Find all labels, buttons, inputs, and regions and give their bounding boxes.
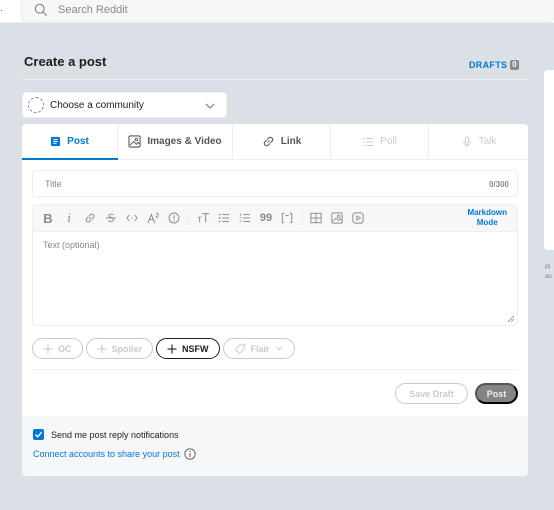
tab-talk-label: Talk bbox=[478, 136, 497, 147]
tab-images-video[interactable]: Images & Video bbox=[118, 124, 233, 159]
drafts-button[interactable]: DRAFTS 0 bbox=[469, 60, 520, 70]
choose-community-dropdown[interactable]: Choose a community bbox=[22, 92, 227, 118]
poll-icon bbox=[363, 137, 374, 146]
sidebar-text-line1: Pl bbox=[545, 265, 551, 271]
chevron-down-icon bbox=[205, 103, 215, 109]
image-icon[interactable] bbox=[330, 211, 344, 225]
video-icon[interactable] bbox=[351, 211, 365, 225]
save-draft-button[interactable]: Save Draft bbox=[395, 383, 468, 404]
search-icon bbox=[34, 3, 48, 17]
sidebar-text-line2: an bbox=[545, 274, 552, 280]
notifications-option[interactable]: Send me post reply notifications bbox=[33, 429, 179, 440]
community-label: Choose a community bbox=[50, 99, 144, 111]
create-post-card: Post Images & Video Link Poll Talk Title… bbox=[22, 124, 528, 416]
tab-poll: Poll bbox=[331, 124, 429, 159]
tab-poll-label: Poll bbox=[380, 136, 397, 147]
post-button[interactable]: Post bbox=[475, 383, 518, 404]
resize-handle-icon[interactable] bbox=[507, 315, 515, 323]
bold-icon[interactable]: B bbox=[41, 211, 55, 226]
header-divider bbox=[22, 79, 528, 80]
post-tags-row: OC Spoiler NSFW Flair bbox=[32, 338, 295, 359]
heading-icon[interactable] bbox=[196, 211, 210, 225]
post-icon bbox=[51, 136, 61, 147]
image-icon bbox=[128, 135, 141, 148]
search-bar[interactable] bbox=[21, 0, 554, 22]
toolbar-divider bbox=[301, 211, 302, 225]
superscript-icon[interactable] bbox=[146, 211, 160, 225]
search-input[interactable] bbox=[56, 3, 356, 17]
sidebar-card bbox=[544, 70, 554, 250]
link-icon bbox=[263, 136, 273, 147]
spoiler-tag-button[interactable]: Spoiler bbox=[85, 338, 154, 359]
tab-images-video-label: Images & Video bbox=[147, 136, 222, 147]
toolbar-divider bbox=[188, 211, 189, 225]
nsfw-tag-label: NSFW bbox=[182, 343, 209, 354]
microphone-icon bbox=[462, 135, 471, 147]
tab-link-label: Link bbox=[280, 136, 302, 147]
actions-divider bbox=[32, 369, 518, 370]
edge-glyph: · bbox=[0, 5, 4, 16]
plus-icon bbox=[97, 344, 106, 353]
tab-post[interactable]: Post bbox=[22, 124, 118, 160]
markdown-mode-label-line1: Markdown bbox=[467, 208, 507, 217]
flair-dropdown[interactable]: Flair bbox=[222, 338, 295, 359]
oc-tag-label: OC bbox=[58, 343, 72, 354]
sidebar-text: Pl an bbox=[545, 264, 552, 282]
drafts-label: DRAFTS bbox=[469, 60, 508, 70]
tab-talk: Talk bbox=[429, 124, 528, 159]
spoiler-icon[interactable] bbox=[167, 211, 181, 225]
page-title: Create a post bbox=[24, 54, 107, 69]
markdown-mode-button[interactable]: Markdown Mode bbox=[467, 208, 507, 228]
notifications-checkbox[interactable] bbox=[33, 429, 44, 440]
spoiler-tag-label: Spoiler bbox=[111, 343, 143, 354]
chevron-down-icon bbox=[275, 346, 283, 351]
quote-block-icon[interactable]: 99 bbox=[259, 211, 273, 225]
connect-accounts-label: Connect accounts to share your post bbox=[33, 449, 180, 459]
tag-icon bbox=[234, 343, 245, 354]
bulleted-list-icon[interactable] bbox=[217, 211, 231, 225]
connect-accounts-link[interactable]: Connect accounts to share your post bbox=[33, 448, 196, 460]
post-type-tabs: Post Images & Video Link Poll Talk bbox=[22, 124, 528, 160]
title-input[interactable] bbox=[43, 177, 423, 190]
notifications-label: Send me post reply notifications bbox=[51, 429, 179, 440]
tab-post-label: Post bbox=[67, 136, 89, 147]
numbered-list-icon[interactable] bbox=[238, 211, 252, 225]
community-placeholder-icon bbox=[28, 97, 44, 113]
tab-link[interactable]: Link bbox=[233, 124, 331, 159]
drafts-count-badge: 0 bbox=[510, 60, 520, 70]
code-block-icon[interactable] bbox=[280, 211, 294, 225]
inline-code-icon[interactable] bbox=[125, 211, 139, 225]
strikethrough-icon[interactable] bbox=[104, 211, 118, 225]
markdown-mode-label-line2: Mode bbox=[476, 218, 498, 227]
editor-toolbar: B i 99 Markdown Mode bbox=[33, 205, 517, 232]
plus-icon bbox=[43, 344, 53, 353]
rich-text-editor: B i 99 Markdown Mode Text (optional) bbox=[32, 204, 518, 326]
flair-label: Flair bbox=[250, 343, 270, 354]
body-textarea[interactable] bbox=[33, 232, 517, 325]
info-icon[interactable] bbox=[184, 448, 196, 460]
checkmark-icon bbox=[34, 431, 43, 438]
italic-icon[interactable]: i bbox=[62, 210, 76, 225]
title-field[interactable]: 0/300 bbox=[32, 170, 518, 197]
top-bar: · bbox=[0, 0, 554, 23]
post-options-footer: Send me post reply notifications Connect… bbox=[22, 416, 528, 476]
plus-icon bbox=[167, 344, 177, 353]
nsfw-tag-button[interactable]: NSFW bbox=[156, 338, 220, 359]
title-char-counter: 0/300 bbox=[488, 180, 509, 189]
table-icon[interactable] bbox=[309, 211, 323, 225]
oc-tag-button[interactable]: OC bbox=[32, 338, 83, 359]
link-icon[interactable] bbox=[83, 211, 97, 225]
